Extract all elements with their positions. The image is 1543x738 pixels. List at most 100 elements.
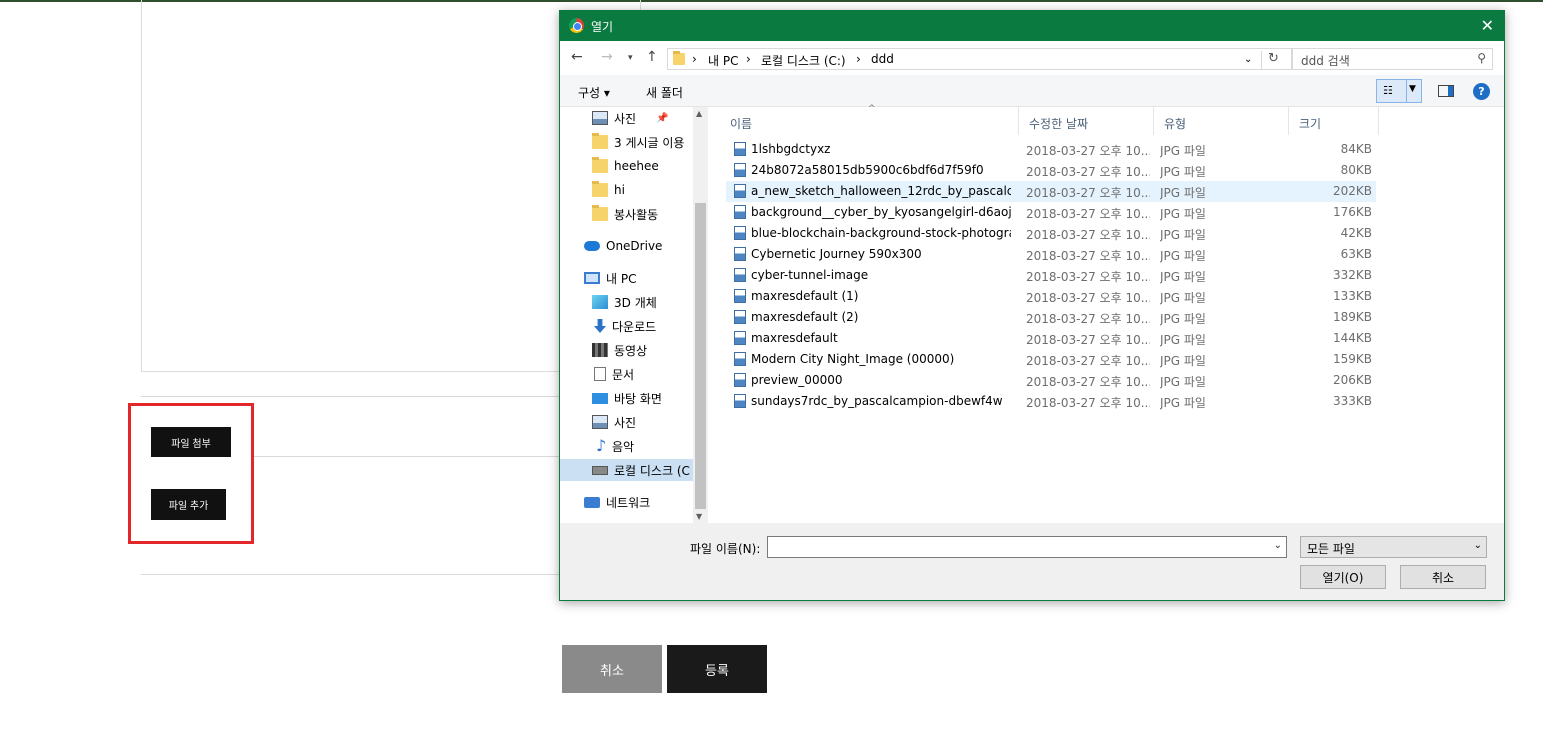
file-size: 332KB xyxy=(1332,268,1372,282)
image-file-icon xyxy=(734,310,746,324)
back-arrow-icon[interactable]: ← xyxy=(571,49,583,65)
file-name: Modern City Night_Image (00000) xyxy=(751,352,955,366)
file-name: a_new_sketch_halloween_12rdc_by_pascalca… xyxy=(751,184,1011,198)
page-cancel-button[interactable]: 취소 xyxy=(562,645,662,693)
file-name: Cybernetic Journey 590x300 xyxy=(751,247,922,261)
help-icon[interactable]: ? xyxy=(1473,83,1490,100)
nav-item-documents[interactable]: 문서 xyxy=(594,363,634,385)
desktop-icon xyxy=(592,392,608,404)
attach-file-button[interactable]: 파일 첨부 xyxy=(151,427,231,457)
dialog-cancel-button[interactable]: 취소 xyxy=(1400,565,1486,589)
preview-pane-icon[interactable] xyxy=(1438,85,1454,97)
nav-item-local-disk[interactable]: 로컬 디스크 (C xyxy=(560,459,708,481)
filetype-value: 모든 파일 xyxy=(1307,542,1355,556)
file-row[interactable]: maxresdefault 2018-03-27 오후 10... JPG 파일 14… xyxy=(726,328,1376,349)
nav-item-desktop[interactable]: 바탕 화면 xyxy=(592,387,662,409)
nav-item-videos[interactable]: 동영상 xyxy=(592,339,647,361)
forward-arrow-icon[interactable]: → xyxy=(601,49,613,65)
file-type: JPG 파일 xyxy=(1160,165,1206,179)
nav-item-folder[interactable]: heehee xyxy=(592,155,659,177)
file-type: JPG 파일 xyxy=(1160,396,1206,410)
nav-item-network[interactable]: 네트워크 xyxy=(584,491,650,513)
organize-menu[interactable]: 구성 ▾ xyxy=(578,84,610,101)
column-header-type[interactable]: 유형 xyxy=(1154,107,1289,135)
file-row[interactable]: maxresdefault (1) 2018-03-27 오후 10... JPG … xyxy=(726,286,1376,307)
nav-item-this-pc[interactable]: 내 PC xyxy=(584,267,636,289)
image-file-icon xyxy=(734,247,746,261)
file-name: maxresdefault (2) xyxy=(751,310,859,324)
refresh-icon[interactable]: ↻ xyxy=(1261,51,1285,69)
nav-item-pictures[interactable]: 사진 📌 xyxy=(592,107,669,129)
file-row[interactable]: maxresdefault (2) 2018-03-27 오후 10... JPG … xyxy=(726,307,1376,328)
nav-item-folder[interactable]: hi xyxy=(592,179,625,201)
nav-item-folder[interactable]: 봉사활동 xyxy=(592,203,658,225)
file-type: JPG 파일 xyxy=(1160,291,1206,305)
file-type: JPG 파일 xyxy=(1160,228,1206,242)
file-row[interactable]: 24b8072a58015db5900c6bdf6d7f59f0 2018-03-… xyxy=(726,160,1376,181)
nav-item-pictures[interactable]: 사진 xyxy=(592,411,636,433)
breadcrumb-item[interactable]: ddd xyxy=(871,52,894,66)
recent-chevron-icon[interactable]: ▾ xyxy=(628,53,633,63)
new-folder-button[interactable]: 새 폴더 xyxy=(646,84,683,101)
image-file-icon xyxy=(734,331,746,345)
file-row[interactable]: a_new_sketch_halloween_12rdc_by_pascalca… xyxy=(726,181,1376,202)
nav-item-music[interactable]: ♪ 음악 xyxy=(596,435,634,457)
file-type: JPG 파일 xyxy=(1160,186,1206,200)
music-icon: ♪ xyxy=(596,436,607,455)
address-bar[interactable]: › 내 PC › 로컬 디스크 (C:) › ddd ⌄ ↻ xyxy=(667,48,1292,70)
nav-item-folder[interactable]: 3 게시글 이용 xyxy=(592,131,684,153)
column-header-name[interactable]: 이름 xyxy=(720,107,1019,135)
breadcrumb-item[interactable]: 내 PC xyxy=(708,52,738,69)
image-file-icon xyxy=(734,373,746,387)
chevron-down-icon[interactable]: ⌄ xyxy=(1244,54,1252,65)
file-row[interactable]: 1lshbgdctyxz 2018-03-27 오후 10... JPG 파일 84K… xyxy=(726,139,1376,160)
file-size: 159KB xyxy=(1332,352,1372,366)
file-row[interactable]: preview_00000 2018-03-27 오후 10... JPG 파일 20… xyxy=(726,370,1376,391)
image-file-icon xyxy=(734,226,746,240)
file-name: maxresdefault xyxy=(751,331,838,345)
file-row[interactable]: Modern City Night_Image (00000) 2018-03-2… xyxy=(726,349,1376,370)
open-button[interactable]: 열기(O) xyxy=(1300,565,1386,589)
divider xyxy=(141,396,561,397)
scroll-down-icon[interactable]: ▼ xyxy=(696,512,702,521)
folder-icon xyxy=(592,133,608,149)
file-row[interactable]: background__cyber_by_kyosangelgirl-d6aoj… xyxy=(726,202,1376,223)
page-submit-button[interactable]: 등록 xyxy=(667,645,767,693)
filename-input[interactable]: ⌄ xyxy=(767,536,1287,558)
image-file-icon xyxy=(734,163,746,177)
scroll-up-icon[interactable]: ▲ xyxy=(696,109,702,118)
nav-item-downloads[interactable]: 다운로드 xyxy=(594,315,656,337)
filetype-select[interactable]: 모든 파일 ⌄ xyxy=(1300,536,1487,558)
up-arrow-icon[interactable]: ↑ xyxy=(646,49,658,65)
file-size: 80KB xyxy=(1340,163,1372,177)
file-date: 2018-03-27 오후 10... xyxy=(1026,375,1150,389)
file-size: 84KB xyxy=(1340,142,1372,156)
search-input[interactable]: ddd 검색 ⚲ xyxy=(1292,48,1493,70)
file-date: 2018-03-27 오후 10... xyxy=(1026,249,1150,263)
column-header-size[interactable]: 크기 xyxy=(1289,107,1379,135)
column-header-date[interactable]: 수정한 날짜 xyxy=(1019,107,1154,135)
file-date: 2018-03-27 오후 10... xyxy=(1026,291,1150,305)
image-file-icon xyxy=(734,268,746,282)
file-row[interactable]: cyber-tunnel-image 2018-03-27 오후 10... JPG… xyxy=(726,265,1376,286)
close-icon[interactable]: ✕ xyxy=(1481,16,1494,35)
chevron-down-icon: ▼ xyxy=(1409,84,1416,94)
network-icon xyxy=(584,496,600,508)
file-size: 202KB xyxy=(1332,184,1372,198)
file-size: 333KB xyxy=(1332,394,1372,408)
nav-item-3d-objects[interactable]: 3D 개체 xyxy=(592,291,657,313)
file-row[interactable]: sundays7rdc_by_pascalcampion-dbewf4w 2018… xyxy=(726,391,1376,412)
file-row[interactable]: Cybernetic Journey 590x300 2018-03-27 오후 … xyxy=(726,244,1376,265)
nav-scrollbar-thumb[interactable] xyxy=(695,203,706,509)
file-name: preview_00000 xyxy=(751,373,843,387)
view-options-button[interactable]: ☷ ▼ xyxy=(1376,79,1422,103)
nav-item-onedrive[interactable]: OneDrive xyxy=(584,235,662,257)
breadcrumb-item[interactable]: 로컬 디스크 (C:) xyxy=(761,52,846,69)
add-file-button[interactable]: 파일 추가 xyxy=(151,489,226,520)
file-name: background__cyber_by_kyosangelgirl-d6aoj… xyxy=(751,205,1011,219)
image-file-icon xyxy=(734,205,746,219)
pin-icon: 📌 xyxy=(656,112,669,124)
chevron-down-icon[interactable]: ⌄ xyxy=(1274,540,1282,551)
file-type: JPG 파일 xyxy=(1160,144,1206,158)
file-row[interactable]: blue-blockchain-background-stock-photogr… xyxy=(726,223,1376,244)
